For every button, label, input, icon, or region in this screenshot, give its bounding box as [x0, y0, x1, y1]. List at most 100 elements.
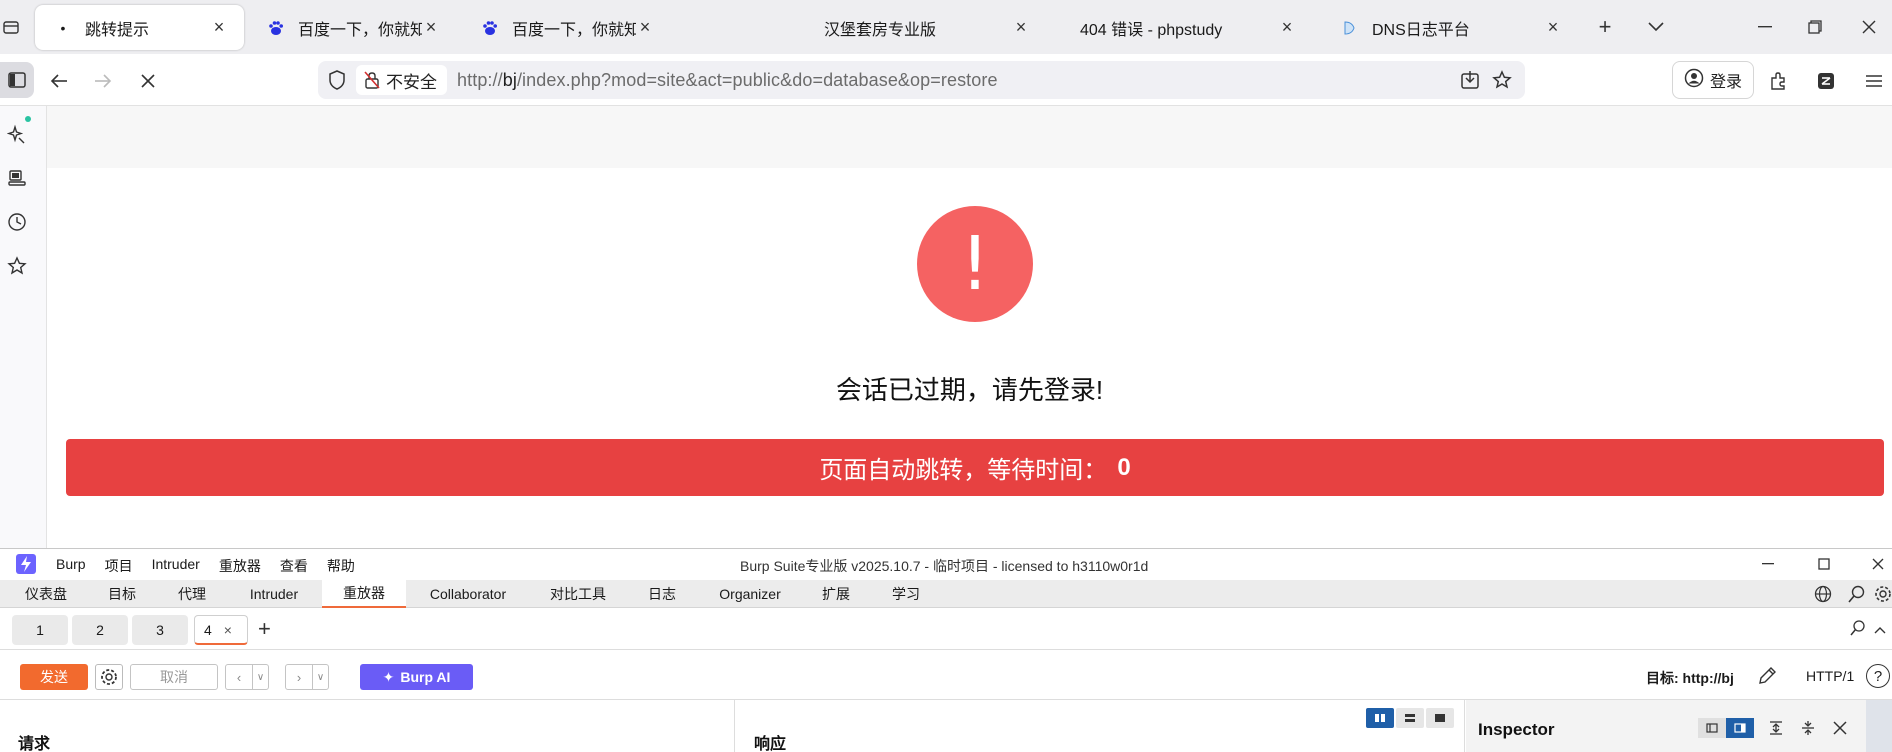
burp-logo-icon — [16, 554, 36, 574]
tool-tab-logger[interactable]: 日志 — [632, 580, 692, 608]
protocol-label[interactable]: HTTP/1 — [1806, 668, 1854, 684]
forward-icon[interactable] — [88, 66, 118, 96]
history-clock-icon[interactable] — [5, 210, 29, 234]
dropdown-caret-icon[interactable]: ∨ — [312, 665, 328, 689]
menu-view[interactable]: 查看 — [280, 556, 308, 576]
save-page-icon[interactable] — [1460, 70, 1480, 95]
edit-target-pencil-icon[interactable] — [1755, 664, 1779, 688]
tool-tab-proxy[interactable]: 代理 — [160, 580, 224, 608]
collapse-chevron-icon[interactable] — [1874, 621, 1886, 639]
tool-tab-repeater[interactable]: 重放器 — [322, 580, 406, 608]
menu-burp[interactable]: Burp — [56, 556, 86, 576]
bookmark-star-icon[interactable] — [1492, 70, 1512, 95]
new-tab-icon[interactable]: + — [1592, 14, 1618, 40]
pane-layout-toggle — [1366, 708, 1456, 728]
close-inspector-icon[interactable] — [1830, 718, 1850, 738]
burp-maximize-icon[interactable] — [1810, 552, 1838, 576]
tool-tab-target[interactable]: 目标 — [90, 580, 154, 608]
tab-dns-log[interactable]: DNS日志平台 × — [1322, 5, 1578, 50]
tab-burp-suite[interactable]: 汉堡套房专业版 × — [806, 5, 1046, 50]
add-subtab-icon[interactable]: + — [258, 616, 271, 642]
tool-tab-dashboard[interactable]: 仪表盘 — [13, 580, 79, 608]
sidebar-toggle-icon[interactable] — [0, 62, 34, 98]
tool-tab-organizer[interactable]: Organizer — [706, 580, 794, 608]
menu-repeater[interactable]: 重放器 — [219, 556, 261, 576]
repeater-tab-4[interactable]: 4 × — [194, 615, 248, 645]
ai-sparkle-icon[interactable] — [5, 122, 29, 146]
extensions-puzzle-icon[interactable] — [1763, 66, 1793, 96]
tool-tab-extensions[interactable]: 扩展 — [806, 580, 866, 608]
account-icon — [1684, 68, 1704, 93]
response-pane[interactable]: 响应 — [736, 700, 1465, 752]
subtab-search-icon[interactable] — [1850, 620, 1866, 641]
close-tab-icon[interactable]: × — [210, 17, 228, 37]
menu-help[interactable]: 帮助 — [327, 556, 355, 576]
insecure-badge[interactable]: 不安全 — [356, 65, 447, 95]
tool-tab-learn[interactable]: 学习 — [876, 580, 936, 608]
tab-redirect-notice[interactable]: • 跳转提示 × — [35, 5, 244, 50]
tab-list-chevron-icon[interactable] — [1643, 14, 1669, 40]
restore-icon[interactable] — [1802, 14, 1828, 40]
target-label: 目标: http://bj — [1646, 670, 1734, 686]
send-options-gear-icon[interactable] — [95, 664, 123, 690]
minimize-icon[interactable] — [1752, 14, 1778, 40]
address-bar[interactable]: 不安全 http://bj/index.php?mod=site&act=pub… — [318, 61, 1525, 99]
layout-side-by-side-icon[interactable] — [1366, 708, 1394, 728]
dropdown-caret-icon[interactable]: ∨ — [252, 665, 268, 689]
tool-tab-intruder[interactable]: Intruder — [234, 580, 314, 608]
close-tab-icon[interactable]: × — [1544, 17, 1562, 37]
repeater-tab-2[interactable]: 2 — [72, 615, 128, 645]
layout-stacked-icon[interactable] — [1396, 708, 1424, 728]
tab-phpstudy-404[interactable]: 404 错误 - phpstudy × — [1062, 5, 1312, 50]
url-text[interactable]: http://bj/index.php?mod=site&act=public&… — [457, 70, 998, 91]
history-forward-button[interactable]: › ∨ — [285, 664, 329, 690]
burp-close-icon[interactable] — [1864, 552, 1892, 576]
send-button[interactable]: 发送 — [20, 664, 88, 690]
layout-tabs-icon[interactable] — [1426, 708, 1454, 728]
repeater-tab-1[interactable]: 1 — [12, 615, 68, 645]
menu-project[interactable]: 项目 — [105, 556, 133, 576]
tab-overview-icon[interactable] — [0, 12, 22, 42]
auto-redirect-banner[interactable]: 页面自动跳转，等待时间： 0 — [66, 439, 1884, 496]
request-pane-title: 请求 — [18, 736, 51, 752]
reader-extension-icon[interactable] — [1811, 66, 1841, 96]
menu-intruder[interactable]: Intruder — [152, 556, 200, 576]
close-window-icon[interactable] — [1856, 14, 1882, 40]
stop-loading-icon[interactable] — [133, 66, 163, 96]
bookmarks-star-icon[interactable] — [5, 254, 29, 278]
close-tab-icon[interactable]: × — [422, 17, 440, 37]
burp-minimize-icon[interactable] — [1754, 552, 1782, 576]
shield-icon[interactable] — [328, 70, 346, 95]
tool-tab-comparer[interactable]: 对比工具 — [540, 580, 616, 608]
cancel-button[interactable]: 取消 — [130, 664, 218, 690]
expand-all-icon[interactable] — [1766, 718, 1786, 738]
sparkle-icon: ✦ — [382, 668, 395, 685]
tab-baidu-2[interactable]: 百度一下，你就知道 × — [462, 5, 670, 50]
search-icon[interactable] — [1848, 585, 1866, 608]
account-login-button[interactable]: 登录 — [1672, 61, 1754, 99]
back-arrow-icon: ‹ — [236, 669, 242, 685]
close-tab-icon[interactable]: × — [1012, 17, 1030, 37]
help-question-icon[interactable]: ? — [1866, 664, 1890, 688]
history-back-button[interactable]: ‹ ∨ — [225, 664, 269, 690]
close-tab-icon[interactable]: × — [636, 17, 654, 37]
close-subtab-icon[interactable]: × — [224, 622, 232, 638]
repeater-tab-3[interactable]: 3 — [132, 615, 188, 645]
inspector-side-strip[interactable] — [1866, 700, 1892, 752]
redirect-countdown: 0 — [1117, 453, 1131, 481]
burp-ai-button[interactable]: ✦ Burp AI — [360, 664, 473, 690]
settings-gear-icon[interactable] — [1874, 585, 1892, 608]
tool-tab-collaborator[interactable]: Collaborator — [414, 580, 522, 608]
tab-baidu-1[interactable]: 百度一下，你就知道 × — [248, 5, 456, 50]
inspector-layout-list-icon[interactable] — [1698, 718, 1726, 738]
request-pane[interactable]: 请求 — [0, 700, 735, 752]
alert-exclamation-icon: ! — [917, 206, 1033, 322]
collapse-all-icon[interactable] — [1798, 718, 1818, 738]
back-icon[interactable] — [44, 66, 74, 96]
inspector-layout-panel-icon[interactable] — [1726, 718, 1754, 738]
close-tab-icon[interactable]: × — [1278, 17, 1296, 37]
hamburger-menu-icon[interactable] — [1859, 66, 1889, 96]
insecure-lock-icon — [364, 71, 380, 89]
globe-icon[interactable] — [1814, 585, 1832, 608]
synced-tabs-icon[interactable] — [5, 166, 29, 190]
